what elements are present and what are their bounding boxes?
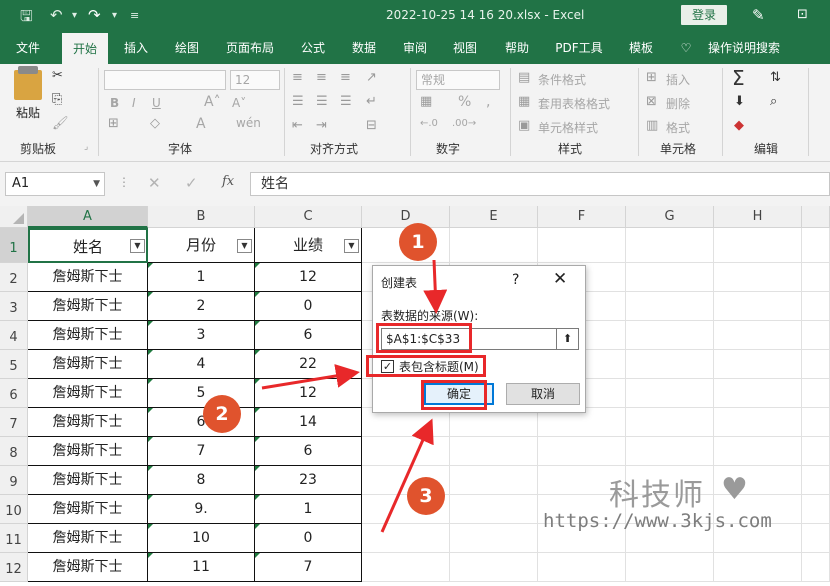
step-badge-1: 1 [399, 223, 437, 261]
watermark-url: https://www.3kjs.com [543, 510, 772, 532]
watermark-brand: 科技师 [609, 478, 705, 513]
heart-icon: ♥ [721, 472, 748, 507]
arrow-1 [423, 259, 448, 314]
arrow-2 [261, 364, 360, 390]
step-badge-3: 3 [407, 477, 445, 515]
step-badge-2: 2 [203, 395, 241, 433]
